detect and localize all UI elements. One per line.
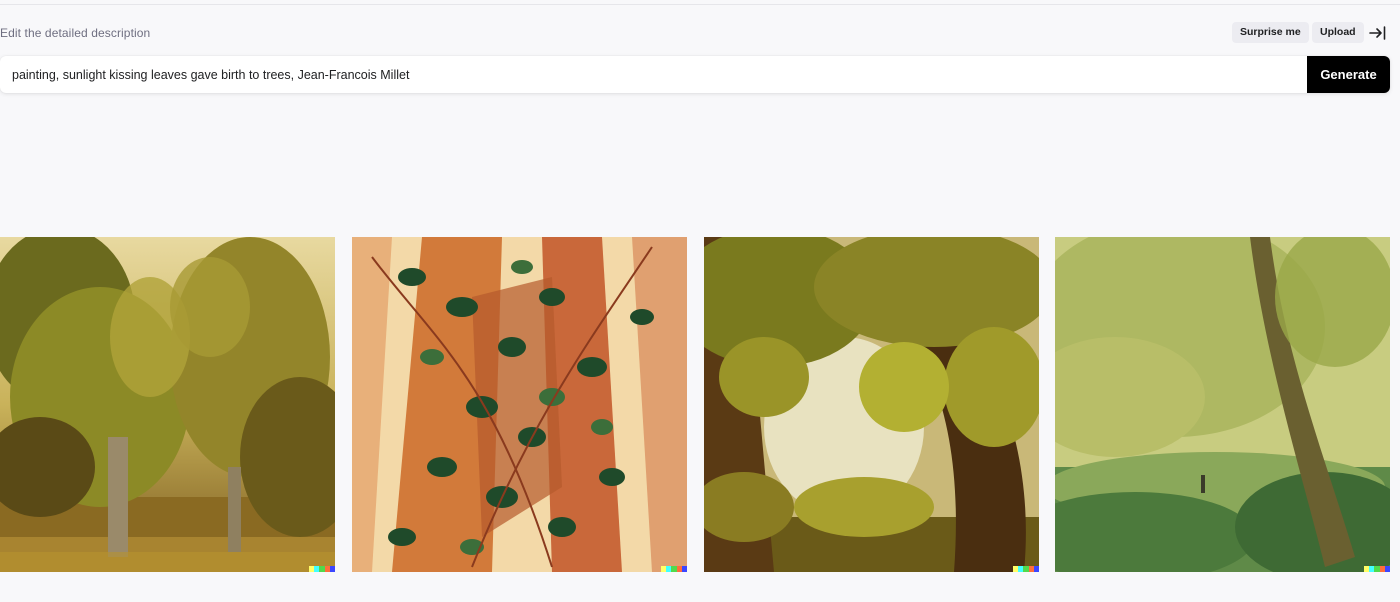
collapse-sidebar-icon[interactable]: [1368, 23, 1388, 43]
prompt-bar: Generate: [0, 56, 1390, 93]
prompt-input[interactable]: [0, 56, 1290, 93]
generate-button[interactable]: Generate: [1307, 56, 1390, 93]
results-gallery: [0, 237, 1390, 572]
result-image-4[interactable]: [1055, 237, 1390, 572]
signature-mark: [309, 566, 335, 572]
top-divider: [0, 4, 1400, 5]
surprise-me-button[interactable]: Surprise me: [1232, 22, 1309, 43]
result-image-2[interactable]: [352, 237, 687, 572]
edit-description-label: Edit the detailed description: [0, 26, 151, 40]
signature-mark: [1013, 566, 1039, 572]
upload-button[interactable]: Upload: [1312, 22, 1364, 43]
result-image-1[interactable]: [0, 237, 335, 572]
signature-mark: [661, 566, 687, 572]
result-image-3[interactable]: [704, 237, 1039, 572]
editor-header: Edit the detailed description Surprise m…: [0, 22, 1390, 44]
signature-mark: [1364, 566, 1390, 572]
